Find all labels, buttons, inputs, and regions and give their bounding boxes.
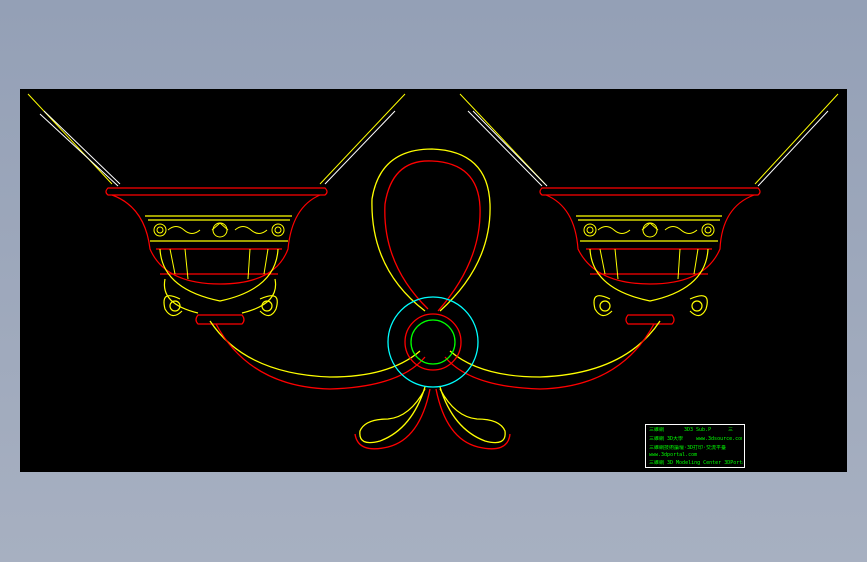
right-bowl (539, 187, 761, 302)
sweep-arms (209, 320, 661, 390)
right-arm-lines (459, 93, 839, 187)
lamp-drawing (27, 93, 839, 450)
left-bowl-ornament (153, 222, 285, 280)
title-block-row5: 三維網 3D Modeling Center 3DPortal.com (649, 460, 743, 466)
title-block-row4: www.3dportal.com (649, 452, 698, 458)
central-hub (387, 296, 479, 388)
title-block-row1-mid: 3D3 Sub.P (684, 427, 712, 433)
left-arm-lines (27, 93, 406, 187)
title-block-row1-right: 三 (728, 427, 734, 433)
title-block-row2-left: 三維網 3D大學 (649, 436, 684, 442)
title-block-row1-left: 三維網 (649, 427, 665, 433)
central-loop (371, 148, 491, 312)
bottom-tail (354, 386, 511, 450)
left-bowl (105, 187, 328, 314)
left-scroll (163, 295, 278, 325)
right-bowl-ornament (583, 222, 715, 280)
title-block: 三維網 3D3 Sub.P 三 三維網 3D大學 www.3dsource.co… (645, 424, 745, 468)
right-scroll (593, 295, 708, 325)
title-block-row3: 三維網技術論壇·3D打印·交流平臺 (649, 445, 727, 451)
title-block-row2-right: www.3dsource.com (696, 436, 742, 442)
cad-viewport[interactable]: 三維網 3D3 Sub.P 三 三維網 3D大學 www.3dsource.co… (20, 89, 847, 472)
